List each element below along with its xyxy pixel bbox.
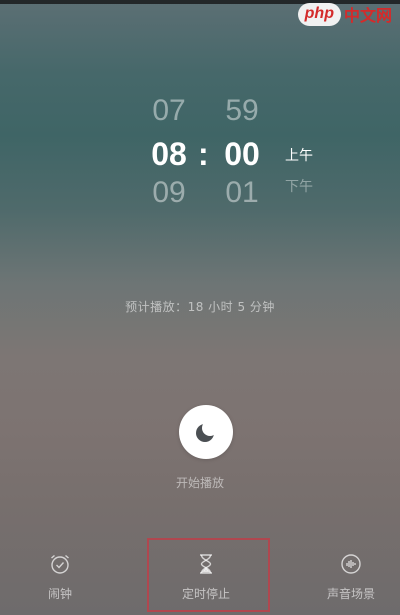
hour-next[interactable]: 09	[139, 176, 199, 210]
watermark-badge: php	[297, 2, 341, 26]
moon-icon	[196, 420, 218, 442]
period-next[interactable]: 下午	[285, 176, 313, 196]
hour-selected[interactable]: 08	[139, 136, 199, 173]
start-button[interactable]	[179, 405, 233, 459]
sound-wave-icon	[341, 554, 361, 574]
watermark-text: 中文网	[343, 6, 392, 25]
period-selected[interactable]: 上午	[285, 145, 313, 165]
alarm-clock-icon	[51, 554, 69, 574]
nav-alarm-label: 闹钟	[47, 587, 72, 601]
time-separator: :	[198, 136, 209, 172]
minute-prev[interactable]: 59	[212, 94, 272, 128]
highlight-box	[147, 538, 270, 612]
nav-ambient-label: 声音场景	[326, 587, 375, 601]
start-label: 开始播放	[175, 476, 224, 490]
eta-text: 预计播放：18 小时 5 分钟	[125, 300, 275, 314]
nav-ambient[interactable]: 声音场景	[311, 552, 391, 602]
hour-prev[interactable]: 07	[139, 94, 199, 128]
watermark: php 中文网	[297, 2, 392, 26]
minute-next[interactable]: 01	[212, 176, 272, 210]
minute-selected[interactable]: 00	[212, 136, 272, 173]
nav-alarm[interactable]: 闹钟	[20, 552, 100, 602]
